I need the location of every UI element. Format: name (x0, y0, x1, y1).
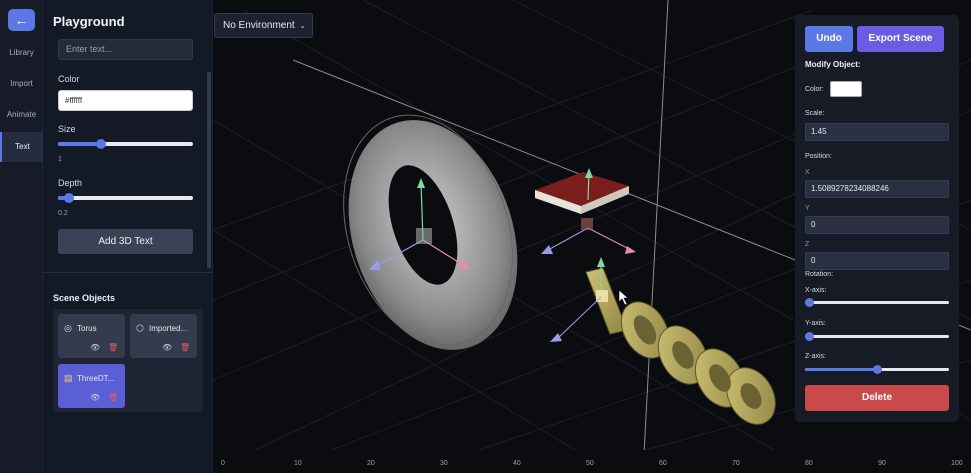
rotation-z-slider[interactable] (805, 365, 949, 374)
depth-label: Depth (58, 178, 83, 188)
environment-select-value: No Environment (223, 20, 295, 31)
timeline-tick-label: 80 (805, 460, 813, 467)
depth-slider-thumb[interactable] (63, 193, 74, 203)
position-z-input[interactable]: 0 (805, 252, 949, 270)
object-name: Imported... (149, 324, 188, 333)
chevron-down-icon: ⌄ (299, 21, 306, 30)
nav-rail: ← Library Import Animate Text (0, 0, 43, 473)
color-label: Color: (805, 86, 824, 93)
scene-objects-list: ◎ Torus 👁 🗑 ⬡ Imported... 👁 🗑 ▤ ThreeDT.… (53, 309, 203, 412)
cursor-pointer (618, 289, 629, 306)
imported-box-object[interactable] (535, 168, 636, 254)
cube-icon: ⬡ (136, 323, 144, 333)
position-label: Position: (805, 153, 832, 160)
trash-icon[interactable]: 🗑 (108, 343, 118, 352)
rotation-z-label: Z-axis: (805, 353, 826, 360)
modify-object-title: Modify Object: (805, 60, 861, 69)
modify-object-panel: Undo Export Scene Modify Object: Color: … (795, 15, 959, 422)
scene-objects-title: Scene Objects (53, 293, 116, 303)
rail-item-library[interactable]: Library (0, 48, 43, 62)
scene-object-card-selected[interactable]: ▤ ThreeDT... 👁 🗑 (58, 364, 125, 408)
size-value: 1 (58, 156, 62, 163)
environment-select[interactable]: No Environment ⌄ (214, 13, 313, 38)
timeline-tick-label: 70 (732, 460, 740, 467)
rotation-x-slider[interactable] (805, 298, 949, 307)
rail-item-animate[interactable]: Animate (0, 110, 43, 124)
rotation-x-thumb[interactable] (805, 298, 815, 307)
eye-icon[interactable]: 👁 (90, 393, 100, 402)
timeline-tick-label: 30 (440, 460, 448, 467)
timeline-tick-label: 100 (951, 460, 963, 467)
add-3d-text-button[interactable]: Add 3D Text (58, 229, 193, 254)
size-slider-fill (58, 142, 102, 146)
timeline-tick-label: 40 (513, 460, 521, 467)
position-z-label: Z (805, 241, 810, 248)
scale-label: Scale: (805, 110, 825, 117)
timeline-tick-label: 60 (659, 460, 667, 467)
back-button[interactable]: ← (8, 9, 35, 31)
rotation-z-fill (805, 368, 877, 371)
rotation-label: Rotation: (805, 271, 834, 278)
size-slider-thumb[interactable] (96, 139, 107, 149)
color-label: Color (58, 74, 80, 84)
rotation-y-label: Y-axis: (805, 320, 826, 327)
scene-object-card[interactable]: ⬡ Imported... 👁 🗑 (130, 314, 197, 358)
rotation-z-thumb[interactable] (873, 365, 882, 374)
text-file-icon: ▤ (64, 373, 73, 383)
size-slider[interactable] (58, 139, 193, 149)
arrow-left-icon: ← (14, 12, 29, 28)
text-tool-panel: Playground Enter text... Color #ffffff S… (43, 0, 213, 473)
position-y-input[interactable]: 0 (805, 216, 949, 234)
text-input[interactable]: Enter text... (58, 39, 193, 60)
object-name: Torus (77, 324, 97, 333)
undo-button[interactable]: Undo (805, 26, 853, 52)
depth-slider[interactable] (58, 193, 193, 203)
color-input[interactable]: #ffffff (58, 90, 193, 111)
trash-icon[interactable]: 🗑 (108, 393, 118, 402)
rotation-x-label: X-axis: (805, 287, 827, 294)
position-x-label: X (805, 169, 810, 176)
rail-item-text[interactable]: Text (0, 132, 43, 162)
depth-value: 0.2 (58, 210, 68, 217)
timeline-ruler[interactable]: 0 10 20 30 40 50 60 70 80 90 100 (213, 450, 971, 473)
scale-input[interactable]: 1.45 (805, 123, 949, 141)
timeline-tick-label: 0 (221, 460, 225, 467)
position-x-input[interactable]: 1.5089278234088246 (805, 180, 949, 198)
rotation-y-thumb[interactable] (805, 332, 815, 341)
export-scene-button[interactable]: Export Scene (857, 26, 944, 52)
eye-icon[interactable]: 👁 (90, 343, 100, 352)
timeline-tick-label: 50 (586, 460, 594, 467)
torus-icon: ◎ (64, 323, 72, 333)
page-title: Playground (53, 14, 125, 29)
position-y-label: Y (805, 205, 810, 212)
playground-app: ← Library Import Animate Text Playground… (0, 0, 971, 473)
trash-icon[interactable]: 🗑 (180, 343, 190, 352)
timeline-tick-label: 10 (294, 460, 302, 467)
rotation-y-slider[interactable] (805, 332, 949, 341)
delete-button[interactable]: Delete (805, 385, 949, 411)
object-name: ThreeDT... (77, 374, 115, 383)
timeline-tick-label: 90 (878, 460, 886, 467)
timeline-tick-label: 20 (367, 460, 375, 467)
rail-item-import[interactable]: Import (0, 79, 43, 93)
scene-object-card[interactable]: ◎ Torus 👁 🗑 (58, 314, 125, 358)
panel-scrollbar[interactable] (207, 72, 211, 268)
eye-icon[interactable]: 👁 (162, 343, 172, 352)
color-swatch[interactable] (830, 81, 862, 97)
size-label: Size (58, 124, 76, 134)
divider (43, 272, 213, 273)
